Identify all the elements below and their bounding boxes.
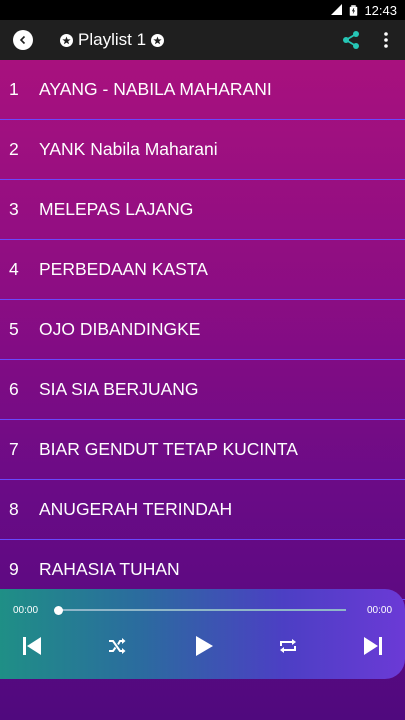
share-icon[interactable] xyxy=(341,30,361,50)
battery-icon xyxy=(350,4,358,16)
seek-thumb[interactable] xyxy=(54,606,63,615)
track-row[interactable]: 3 MELEPAS LAJANG xyxy=(0,180,405,240)
track-title: SIA SIA BERJUANG xyxy=(39,379,199,399)
track-title: ANUGERAH TERINDAH xyxy=(39,499,233,519)
track-number: 1 xyxy=(9,79,19,99)
status-time: 12:43 xyxy=(364,2,397,18)
track-number: 7 xyxy=(9,439,19,459)
repeat-icon xyxy=(280,639,296,653)
track-number: 3 xyxy=(9,199,19,219)
track-title: PERBEDAAN KASTA xyxy=(39,259,208,279)
track-row[interactable]: 7 BIAR GENDUT TETAP KUCINTA xyxy=(0,420,405,480)
player-bar: 00:00 00:00 xyxy=(0,589,405,679)
seek-bar[interactable] xyxy=(58,609,346,611)
play-button[interactable] xyxy=(191,634,215,658)
skip-next-icon xyxy=(364,637,382,655)
track-row[interactable]: 2 YANK Nabila Maharani xyxy=(0,120,405,180)
track-title: OJO DIBANDINGKE xyxy=(39,319,201,339)
back-icon xyxy=(19,35,26,45)
track-number: 9 xyxy=(9,559,19,579)
track-title: AYANG - NABILA MAHARANI xyxy=(39,79,272,99)
back-button[interactable] xyxy=(13,30,33,50)
current-time: 00:00 xyxy=(13,605,39,616)
track-number: 2 xyxy=(9,139,19,159)
track-list: 1 AYANG - NABILA MAHARANI 2 YANK Nabila … xyxy=(0,60,405,600)
star-icon xyxy=(60,33,73,47)
track-title: BIAR GENDUT TETAP KUCINTA xyxy=(39,439,298,459)
track-title: RAHASIA TUHAN xyxy=(39,559,180,579)
shuffle-icon xyxy=(109,638,126,654)
track-title: MELEPAS LAJANG xyxy=(39,199,194,219)
previous-button[interactable] xyxy=(20,634,44,658)
total-time: 00:00 xyxy=(367,605,393,616)
track-row[interactable]: 4 PERBEDAAN KASTA xyxy=(0,240,405,300)
page-title-text: Playlist 1 xyxy=(78,30,147,49)
track-number: 5 xyxy=(9,319,19,339)
track-number: 4 xyxy=(9,259,19,279)
wifi-icon xyxy=(331,4,343,15)
app-bar: Playlist 1 xyxy=(0,20,405,60)
skip-previous-icon xyxy=(23,637,41,655)
status-bar: 12:43 xyxy=(0,0,405,20)
play-icon xyxy=(196,636,213,656)
page-title: Playlist 1 xyxy=(60,30,165,50)
more-vert-icon[interactable] xyxy=(378,30,394,50)
track-number: 6 xyxy=(9,379,19,399)
track-row[interactable]: 1 AYANG - NABILA MAHARANI xyxy=(0,60,405,120)
track-row[interactable]: 8 ANUGERAH TERINDAH xyxy=(0,480,405,540)
track-row[interactable]: 6 SIA SIA BERJUANG xyxy=(0,360,405,420)
next-button[interactable] xyxy=(361,634,385,658)
track-number: 8 xyxy=(9,499,19,519)
track-row[interactable]: 5 OJO DIBANDINGKE xyxy=(0,300,405,360)
star-icon xyxy=(151,33,165,47)
track-title: YANK Nabila Maharani xyxy=(39,139,218,159)
shuffle-button[interactable] xyxy=(105,634,129,658)
repeat-button[interactable] xyxy=(276,634,300,658)
